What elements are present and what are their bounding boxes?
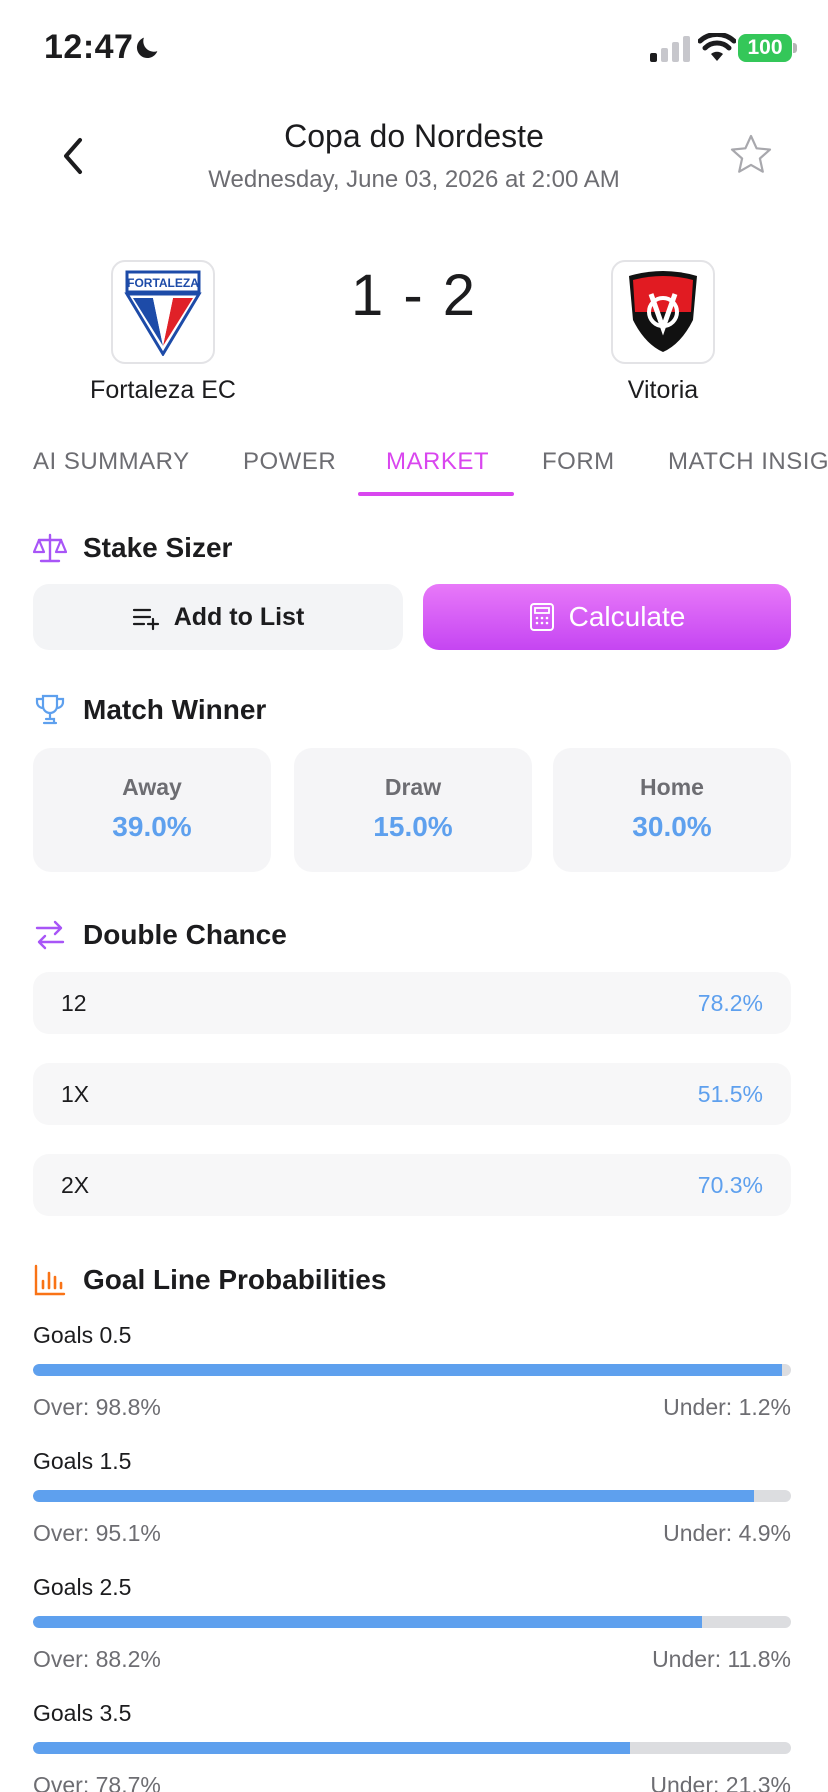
goal-line-over: Over: 88.2%	[33, 1646, 161, 1672]
goal-line-over-fill	[33, 1616, 702, 1628]
trophy-icon	[35, 694, 65, 725]
match-datetime: Wednesday, June 03, 2026 at 2:00 AM	[208, 166, 620, 193]
goal-line-label: Goals 0.5	[33, 1322, 132, 1348]
battery-indicator: 100	[738, 34, 792, 62]
tab-ai-summary[interactable]: AI SUMMARY	[33, 448, 190, 476]
goal-line-over-fill	[33, 1490, 754, 1502]
double-chance-value: 78.2%	[697, 989, 763, 1016]
tab-market[interactable]: MARKET	[386, 448, 489, 476]
outcome-probability: 30.0%	[632, 811, 712, 842]
list-add-icon	[132, 608, 159, 631]
status-bar: 12:47 100	[0, 0, 828, 96]
goal-line-over-fill	[33, 1742, 630, 1754]
moon-icon	[136, 37, 158, 59]
calculate-label: Calculate	[568, 601, 686, 632]
match-winner-home-card[interactable]: Home 30.0%	[553, 748, 791, 872]
double-chance-label: 1X	[61, 1080, 90, 1107]
bar-chart-icon	[34, 1264, 66, 1296]
goal-line-bar	[33, 1742, 791, 1754]
double-chance-value: 51.5%	[697, 1080, 763, 1107]
section-title: Stake Sizer	[83, 532, 233, 563]
add-to-list-button[interactable]: Add to List	[33, 584, 403, 650]
calculate-button[interactable]: Calculate	[423, 584, 791, 650]
match-winner-away-card[interactable]: Away 39.0%	[33, 748, 271, 872]
double-chance-label: 12	[61, 989, 87, 1016]
goal-line-label: Goals 3.5	[33, 1700, 132, 1726]
goal-line-item: Goals 1.5 Over: 95.1% Under: 4.9%	[33, 1448, 791, 1548]
goal-line-item: Goals 2.5 Over: 88.2% Under: 11.8%	[33, 1574, 791, 1674]
outcome-label: Home	[640, 774, 704, 800]
goal-line-item: Goals 0.5 Over: 98.8% Under: 1.2%	[33, 1322, 791, 1422]
double-chance-label: 2X	[61, 1171, 90, 1198]
section-title: Goal Line Probabilities	[83, 1264, 387, 1295]
tab-power[interactable]: POWER	[243, 448, 336, 476]
match-winner-header: Match Winner	[33, 693, 266, 727]
status-time: 12:47	[44, 28, 134, 66]
wifi-icon	[698, 33, 736, 61]
tab-form[interactable]: FORM	[542, 448, 615, 476]
active-tab-indicator	[358, 492, 514, 496]
scale-icon	[33, 533, 67, 563]
add-to-list-label: Add to List	[173, 602, 305, 631]
goal-line-under: Under: 11.8%	[652, 1646, 791, 1672]
goal-line-bar	[33, 1364, 791, 1376]
cellular-signal-icon	[650, 36, 690, 62]
vitoria-crest-icon	[629, 271, 697, 352]
home-team-name: Fortaleza EC	[90, 376, 236, 404]
goal-line-over: Over: 78.7%	[33, 1772, 161, 1792]
double-chance-row[interactable]: 2X 70.3%	[33, 1154, 791, 1216]
outcome-probability: 15.0%	[373, 811, 453, 842]
section-title: Double Chance	[83, 919, 287, 950]
page-title: Copa do Nordeste	[284, 118, 544, 154]
double-chance-row[interactable]: 12 78.2%	[33, 972, 791, 1034]
outcome-label: Away	[122, 774, 182, 800]
goal-lines-header: Goal Line Probabilities	[33, 1263, 386, 1297]
battery-level: 100	[747, 36, 783, 59]
tab-match-insights[interactable]: MATCH INSIG	[668, 448, 828, 476]
match-winner-draw-card[interactable]: Draw 15.0%	[294, 748, 532, 872]
goal-line-label: Goals 2.5	[33, 1574, 132, 1600]
away-team-name: Vitoria	[627, 376, 699, 404]
double-chance-value: 70.3%	[697, 1171, 763, 1198]
goal-line-bar	[33, 1616, 791, 1628]
favorite-star-icon[interactable]	[728, 132, 774, 178]
swap-arrows-icon	[35, 920, 65, 950]
section-title: Match Winner	[83, 694, 267, 725]
goal-line-under: Under: 21.3%	[650, 1772, 791, 1792]
goal-line-under: Under: 1.2%	[663, 1394, 791, 1420]
tab-bar: AI SUMMARY POWER MARKET FORM MATCH INSIG	[0, 440, 828, 496]
stake-sizer-header: Stake Sizer	[33, 531, 232, 565]
goal-line-item: Goals 3.5 Over: 78.7% Under: 21.3%	[33, 1700, 791, 1792]
outcome-probability: 39.0%	[112, 811, 192, 842]
goal-line-under: Under: 4.9%	[663, 1520, 791, 1546]
goal-line-over-fill	[33, 1364, 782, 1376]
goal-line-bar	[33, 1490, 791, 1502]
away-team-logo[interactable]	[611, 260, 715, 364]
outcome-label: Draw	[384, 774, 442, 800]
goal-line-label: Goals 1.5	[33, 1448, 132, 1474]
double-chance-row[interactable]: 1X 51.5%	[33, 1063, 791, 1125]
double-chance-header: Double Chance	[33, 918, 287, 952]
calculator-icon	[529, 603, 554, 631]
battery-nub	[793, 43, 797, 53]
goal-line-over: Over: 95.1%	[33, 1520, 161, 1546]
goal-line-over: Over: 98.8%	[33, 1394, 161, 1420]
